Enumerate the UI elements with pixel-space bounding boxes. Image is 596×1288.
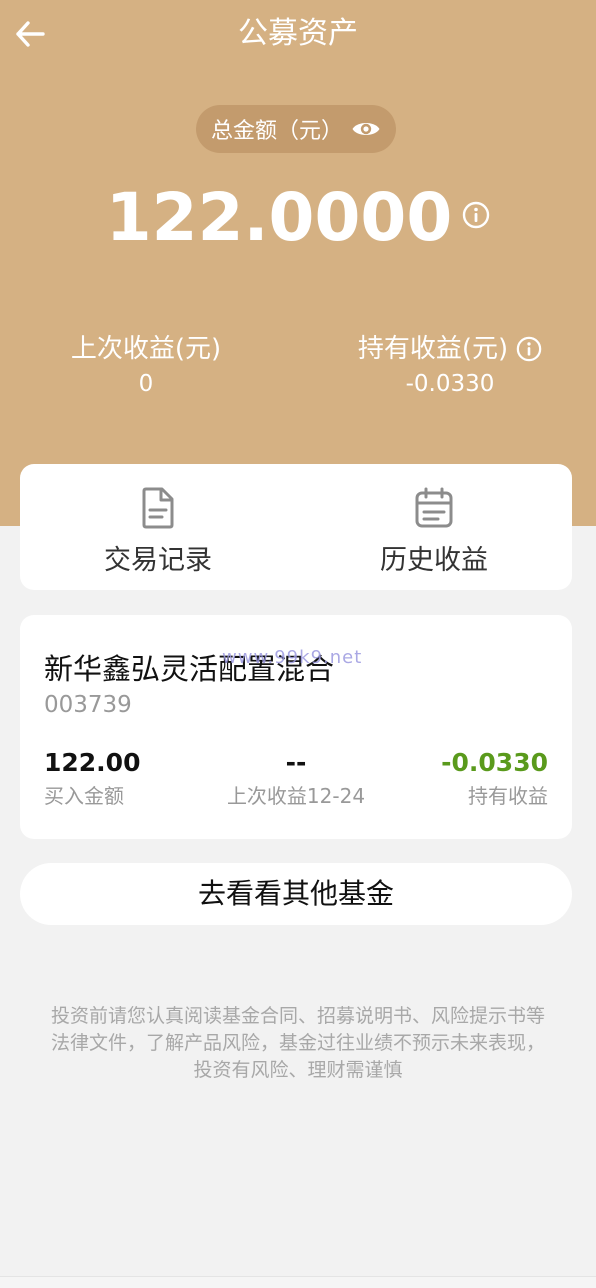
holding-income-stat: 持有收益(元) -0.0330	[340, 330, 560, 400]
last-income-stat: 上次收益(元) 0	[60, 330, 232, 400]
quick-actions-card: 交易记录 历史收益	[20, 464, 572, 590]
transaction-records-label: 交易记录	[104, 545, 212, 576]
nav-bar: 公募资产	[0, 0, 596, 70]
last-income-value: 0	[138, 371, 154, 397]
total-amount: 122.0000	[0, 178, 596, 258]
holding-income-value: -0.0330	[405, 371, 495, 397]
holding-income-label: 持有收益(元)	[340, 330, 560, 368]
last-income-column: -- 上次收益12-24	[196, 745, 396, 811]
fund-holding-income-value: -0.0330	[441, 748, 548, 777]
income-history-label: 历史收益	[380, 545, 488, 576]
buy-amount-value: 122.00	[44, 748, 141, 777]
watermark: www.99k9.net	[222, 647, 363, 668]
info-icon[interactable]	[516, 336, 542, 362]
income-history-button[interactable]: 历史收益	[296, 464, 572, 590]
buy-amount-label: 买入金额	[44, 784, 124, 808]
eye-icon	[352, 123, 380, 135]
last-income-label-text: 上次收益(元)	[70, 334, 222, 364]
buy-amount-column: 122.00 买入金额	[44, 745, 140, 811]
fund-holding-income-label: 持有收益	[468, 784, 548, 808]
fund-last-income-value: --	[285, 748, 307, 777]
bottom-divider	[0, 1276, 596, 1288]
browse-other-funds-button[interactable]: 去看看其他基金	[20, 863, 572, 925]
fund-code: 003739	[44, 692, 132, 718]
risk-disclaimer: 投资前请您认真阅读基金合同、招募说明书、风险提示书等 法律文件，了解产品风险，基…	[22, 1003, 574, 1084]
holding-income-column: -0.0330 持有收益	[441, 745, 548, 811]
total-amount-pill: 总金额（元）	[196, 105, 396, 153]
fund-card[interactable]: 新华鑫弘灵活配置混合 www.99k9.net 003739 122.00 买入…	[20, 615, 572, 839]
total-amount-label: 总金额（元）	[210, 119, 343, 144]
transaction-records-button[interactable]: 交易记录	[20, 464, 296, 590]
total-amount-value: 122.0000	[105, 179, 453, 256]
document-icon	[142, 487, 174, 529]
toggle-visibility-button[interactable]	[351, 118, 381, 140]
fund-last-income-label: 上次收益12-24	[226, 784, 366, 808]
header-background	[0, 0, 596, 526]
last-income-label: 上次收益(元)	[60, 330, 232, 368]
page-title: 公募资产	[238, 16, 358, 51]
holding-income-label-text: 持有收益(元)	[357, 334, 509, 364]
disclaimer-line-2: 法律文件，了解产品风险，基金过往业绩不预示未来表现，	[50, 1032, 545, 1054]
calendar-icon	[415, 487, 453, 528]
disclaimer-line-3: 投资有风险、理财需谨慎	[193, 1059, 403, 1081]
info-icon[interactable]	[462, 201, 490, 229]
page: 公募资产 总金额（元） 122.0000 上次收益(元) 0 持有收益(元) -…	[0, 0, 596, 1288]
disclaimer-line-1: 投资前请您认真阅读基金合同、招募说明书、风险提示书等	[50, 1005, 545, 1027]
